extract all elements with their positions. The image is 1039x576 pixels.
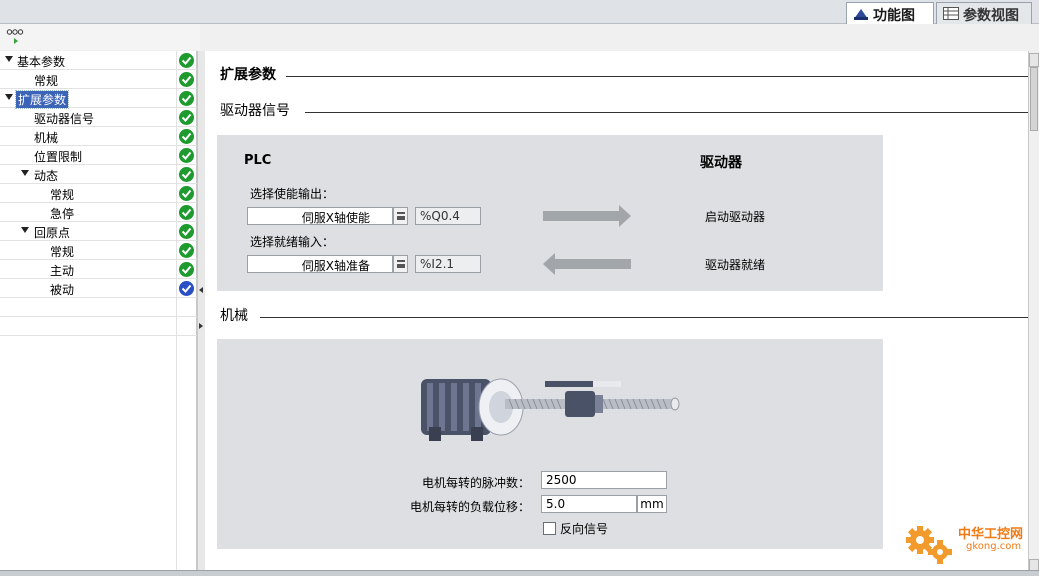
tree-item-passive-homing[interactable]: 被动 <box>0 279 197 298</box>
page-title: 扩展参数 <box>220 64 286 84</box>
tab-param-view[interactable]: 参数视图 <box>936 2 1032 24</box>
check-ok-icon <box>179 91 194 106</box>
tree-item-label: 被动 <box>50 283 75 297</box>
check-ok-icon <box>179 186 194 201</box>
tree-item-basic-params[interactable]: 基本参数 <box>0 51 197 70</box>
check-ok-icon <box>179 243 194 258</box>
list-icon <box>397 212 405 220</box>
tree-item-label: 驱动器信号 <box>34 112 95 126</box>
view-tab-bar: 功能图 参数视图 <box>0 0 1039 24</box>
check-ok-icon <box>179 148 194 163</box>
tree-empty-row <box>0 317 197 336</box>
collapse-arrow-icon[interactable] <box>21 227 29 233</box>
check-ok-icon <box>179 129 194 144</box>
expand-all-icon[interactable] <box>6 28 24 46</box>
tree-item-label: 常规 <box>34 74 59 88</box>
tree-item-label: 常规 <box>50 245 75 259</box>
section-heading-mechanics: 机械 <box>220 305 258 325</box>
function-view-icon <box>854 9 868 20</box>
tag-picker-button[interactable] <box>393 255 408 273</box>
ready-input-field[interactable]: 伺服X轴准备 <box>247 255 393 273</box>
scroll-thumb[interactable] <box>1030 67 1038 131</box>
pulses-label: 电机每转的脉冲数： <box>422 476 531 490</box>
collapse-arrow-icon[interactable] <box>21 170 29 176</box>
tree-item-dynamics-general[interactable]: 常规 <box>0 184 197 203</box>
tree-item-homing-general[interactable]: 常规 <box>0 241 197 260</box>
tree-item-dynamics[interactable]: 动态 <box>0 165 197 184</box>
enable-output-field[interactable]: 伺服X轴使能 <box>247 207 393 225</box>
expand-right-icon[interactable] <box>199 323 203 329</box>
tree-item-label: 动态 <box>34 169 59 183</box>
displacement-unit: mm <box>637 495 667 513</box>
status-bar <box>0 570 1039 576</box>
displacement-label: 电机每转的负载位移： <box>410 500 531 514</box>
tree-item-extended-params[interactable]: 扩展参数 <box>0 89 197 109</box>
collapse-left-icon[interactable] <box>199 287 203 293</box>
tab-function-view[interactable]: 功能图 <box>846 2 934 24</box>
drive-signals-panel: PLC 驱动器 选择使能输出： 伺服X轴使能 %Q0.4 启动驱动器 选择就绪输… <box>217 135 883 291</box>
tab-param-view-label: 参数视图 <box>963 8 1019 24</box>
drive-ready-text: 驱动器就绪 <box>705 258 766 272</box>
tree-item-label: 基本参数 <box>17 55 66 69</box>
drive-label: 驱动器 <box>700 155 742 171</box>
check-ok-icon <box>179 167 194 182</box>
tree-item-active-homing[interactable]: 主动 <box>0 260 197 279</box>
displacement-input[interactable]: 5.0 <box>541 495 637 513</box>
tree-item-emergency-stop[interactable]: 急停 <box>0 203 197 222</box>
tree-item-mechanics[interactable]: 机械 <box>0 127 197 146</box>
check-ok-icon <box>179 110 194 125</box>
ready-input-address: %I2.1 <box>415 255 481 273</box>
watermark-url: gkong.com <box>966 541 1022 552</box>
check-ok-icon <box>179 224 194 239</box>
collapse-arrow-icon[interactable] <box>5 94 13 100</box>
pulses-input[interactable]: 2500 <box>541 471 667 489</box>
tag-picker-button[interactable] <box>393 207 408 225</box>
check-ok-icon <box>179 53 194 68</box>
tree-item-label: 扩展参数 <box>14 90 70 109</box>
tree-item-label: 急停 <box>50 207 75 221</box>
tree-item-label: 常规 <box>50 188 75 202</box>
section-heading-drive-signals: 驱动器信号 <box>220 100 300 120</box>
enable-output-label: 选择使能输出： <box>250 187 335 201</box>
gear-logo-icon <box>906 526 952 564</box>
motor-screw-illustration <box>421 378 680 441</box>
check-info-icon <box>179 281 194 296</box>
tree-item-basic-general[interactable]: 常规 <box>0 70 197 89</box>
tab-function-view-label: 功能图 <box>873 8 915 24</box>
tree-item-label: 机械 <box>34 131 59 145</box>
arrow-right-icon <box>543 205 631 227</box>
check-ok-icon <box>179 72 194 87</box>
tree-toolbar <box>0 24 200 50</box>
main-scrollbar[interactable] <box>1028 51 1039 576</box>
check-ok-icon <box>179 262 194 277</box>
arrow-left-icon <box>543 253 631 275</box>
invert-signal-checkbox[interactable] <box>543 522 556 535</box>
tree-item-label: 位置限制 <box>34 150 83 164</box>
watermark: 中华工控网 gkong.com <box>902 518 1034 570</box>
tree-item-position-limits[interactable]: 位置限制 <box>0 146 197 165</box>
tree-item-label: 回原点 <box>34 226 71 240</box>
scroll-up-button[interactable] <box>1029 53 1039 67</box>
watermark-name: 中华工控网 <box>958 527 1024 542</box>
navigation-tree: 基本参数 常规 扩展参数 驱动器信号 机械 位置限制 动态 常规 急停 回原点 <box>0 51 197 576</box>
table-icon <box>943 7 959 20</box>
plc-label: PLC <box>244 153 272 168</box>
tree-empty-row <box>0 298 197 317</box>
panel-splitter[interactable] <box>197 51 205 576</box>
enable-drive-text: 启动驱动器 <box>705 210 766 224</box>
tree-item-drive-signals[interactable]: 驱动器信号 <box>0 108 197 127</box>
check-ok-icon <box>179 205 194 220</box>
tree-item-homing[interactable]: 回原点 <box>0 222 197 241</box>
enable-output-address: %Q0.4 <box>415 207 481 225</box>
tree-item-label: 主动 <box>50 264 75 278</box>
ready-input-label: 选择就绪输入： <box>250 235 335 249</box>
invert-signal-label: 反向信号 <box>560 522 609 536</box>
list-icon <box>397 260 405 268</box>
main-content: 扩展参数 驱动器信号 PLC 驱动器 选择使能输出： 伺服X轴使能 %Q0.4 … <box>205 51 1028 576</box>
mechanics-panel: 电机每转的脉冲数： 2500 电机每转的负载位移： 5.0 mm 反向信号 <box>217 339 883 549</box>
collapse-arrow-icon[interactable] <box>5 56 13 62</box>
